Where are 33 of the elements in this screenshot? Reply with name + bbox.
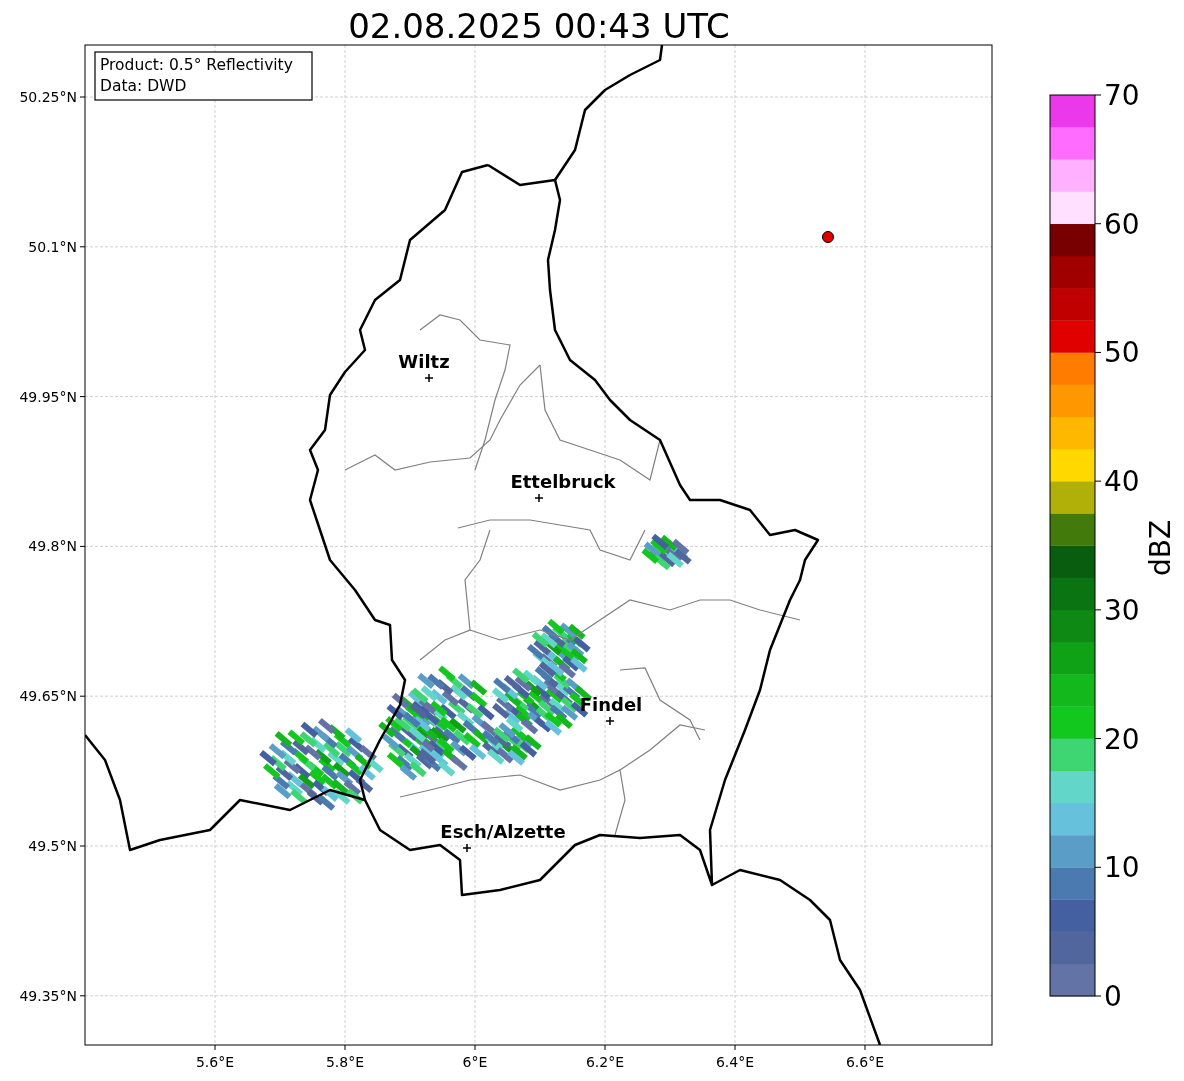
city-label: Esch/Alzette [440, 821, 566, 842]
colorbar-tick-label: 60 [1104, 207, 1140, 241]
axis-tick-label: 6.2°E [585, 1054, 625, 1070]
axis-tick-label: 49.65°N [19, 688, 77, 705]
info-text: Data: DWD [100, 77, 187, 95]
plot-title: 02.08.2025 00:43 UTC [348, 6, 730, 46]
colorbar-tick-label: 20 [1104, 722, 1140, 756]
city-marker-icon [605, 716, 615, 726]
axis-tick-label: 6.6°E [845, 1054, 885, 1070]
info-text: Product: 0.5° Reflectivity [100, 56, 293, 74]
city-marker-icon [534, 493, 544, 503]
axis-tick-label: 50.1°N [28, 238, 77, 255]
axis-tick-label: 49.5°N [28, 838, 77, 854]
colorbar-tick-label: 50 [1104, 336, 1140, 370]
colorbar-tick-label: 40 [1104, 465, 1140, 499]
axis-tick-label: 49.35°N [19, 987, 77, 1004]
city-marker-icon [462, 843, 472, 853]
radar-site-marker [822, 231, 834, 243]
axis-tick-label: 5.8°E [325, 1054, 365, 1070]
colorbar-tick-label: 10 [1104, 851, 1140, 885]
city-label: Ettelbruck [510, 471, 616, 492]
axis-tick-label: 49.95°N [19, 388, 77, 405]
axis-tick-label: 6°E [462, 1054, 488, 1070]
colorbar-tick-label: 0 [1104, 980, 1122, 1013]
city-label: Wiltz [398, 351, 450, 372]
colorbar-tick-label: 30 [1104, 593, 1140, 627]
axis-tick-label: 6.4°E [715, 1054, 755, 1070]
colorbar-label: dBZ [1144, 519, 1177, 577]
city-marker-icon [424, 373, 434, 383]
axis-tick-label: 49.8°N [28, 538, 77, 555]
axis-tick-label: 50.25°N [19, 89, 77, 105]
colorbar-tick-label: 70 [1104, 79, 1140, 112]
axis-tick-label: 5.6°E [195, 1054, 235, 1070]
